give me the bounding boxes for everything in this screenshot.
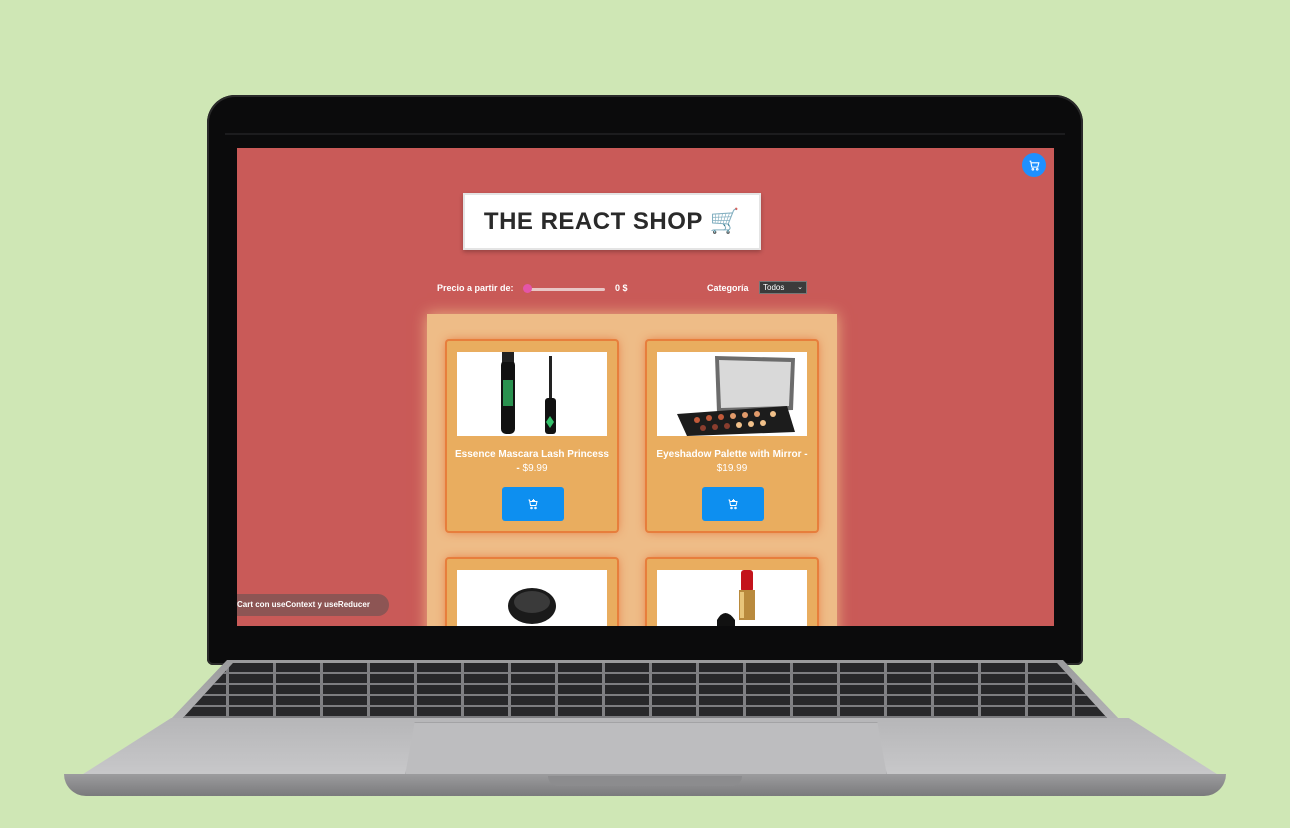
product-card [647, 559, 817, 626]
cart-button[interactable] [1022, 153, 1046, 177]
category-filter-label: Categoría [707, 283, 749, 293]
price-slider-thumb[interactable] [523, 284, 532, 293]
footer-label: Cart con useContext y useReducer [237, 594, 389, 616]
eyeshadow-palette-image [657, 352, 807, 436]
product-info: Eyeshadow Palette with Mirror - $19.99 [656, 449, 808, 474]
filters-bar: Precio a partir de: 0 $ Categoría Todos … [437, 281, 817, 297]
product-name: Essence Mascara Lash Princess [455, 449, 609, 460]
add-to-cart-icon [728, 499, 738, 510]
product-card [447, 559, 617, 626]
add-to-cart-button[interactable] [502, 487, 564, 521]
laptop-notch [548, 776, 742, 786]
product-price: $9.99 [522, 463, 548, 474]
product-card: Eyeshadow Palette with Mirror - $19.99 [647, 341, 817, 531]
add-to-cart-button[interactable] [702, 487, 764, 521]
laptop-key-rows [182, 663, 1108, 719]
cart-icon [1029, 160, 1040, 171]
page-title: THE REACT SHOP 🛒 [463, 193, 761, 250]
mascara-image [457, 352, 607, 436]
powder-compact-image [457, 570, 607, 626]
app-screen: THE REACT SHOP 🛒 Precio a partir de: 0 $… [237, 148, 1054, 626]
laptop-bezel [225, 133, 1065, 135]
product-grid: Essence Mascara Lash Princess - $9.99 Ey… [427, 314, 837, 626]
add-to-cart-icon [528, 499, 538, 510]
category-select[interactable]: Todos ⌄ [759, 281, 807, 294]
price-slider-track[interactable] [525, 288, 605, 291]
chevron-down-icon: ⌄ [797, 284, 803, 291]
product-name: Eyeshadow Palette with Mirror [656, 449, 802, 460]
category-selected-value: Todos [763, 283, 785, 292]
laptop-trackpad [405, 722, 887, 776]
red-lipstick-image [657, 570, 807, 626]
product-price: $19.99 [716, 463, 748, 474]
price-filter-label: Precio a partir de: [437, 283, 514, 293]
price-filter-value: 0 $ [615, 283, 628, 293]
product-info: Essence Mascara Lash Princess - $9.99 [455, 449, 609, 474]
product-card: Essence Mascara Lash Princess - $9.99 [447, 341, 617, 531]
